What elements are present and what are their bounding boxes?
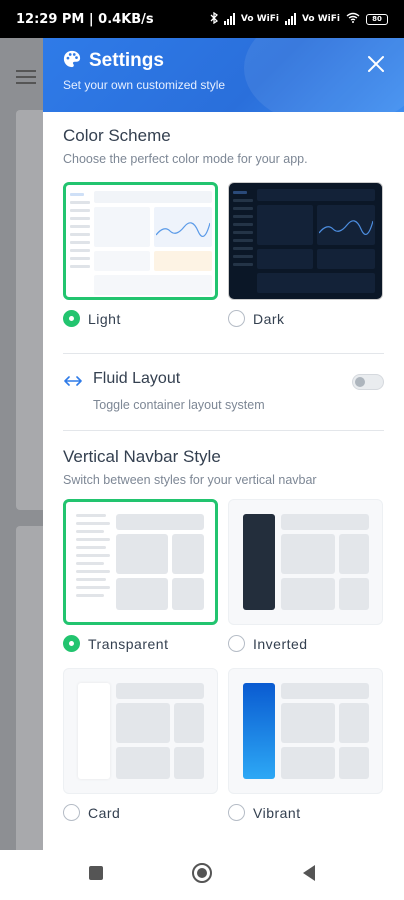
signal-icon-2 <box>284 13 296 25</box>
palette-icon <box>63 50 81 72</box>
status-time: 12:29 PM | 0.4KB/s <box>16 11 154 27</box>
vibrant-navbar-thumbnail[interactable] <box>228 668 383 794</box>
navbar-style-desc: Switch between styles for your vertical … <box>63 473 317 487</box>
light-label: Light <box>88 310 121 327</box>
vibrant-radio[interactable] <box>228 804 245 821</box>
status-bar: 12:29 PM | 0.4KB/s Vo WiFi Vo WiFi 80 <box>0 0 404 38</box>
transparent-navbar-thumbnail[interactable] <box>63 499 218 625</box>
panel-content: Color Scheme Choose the perfect color mo… <box>43 112 404 821</box>
close-icon[interactable] <box>364 52 388 76</box>
fluid-layout-desc: Toggle container layout system <box>93 398 265 412</box>
color-scheme-title: Color Scheme <box>63 126 171 145</box>
card-navbar-thumbnail[interactable] <box>63 668 218 794</box>
color-scheme-desc: Choose the perfect color mode for your a… <box>63 152 308 166</box>
transparent-radio[interactable] <box>63 635 80 652</box>
inverted-radio[interactable] <box>228 635 245 652</box>
dark-option[interactable]: Dark <box>228 310 383 327</box>
arrows-horizontal-icon <box>63 370 83 393</box>
dark-scheme-thumbnail[interactable] <box>228 182 383 300</box>
card-option[interactable]: Card <box>63 804 218 821</box>
inverted-label: Inverted <box>253 635 308 652</box>
light-option[interactable]: Light <box>63 310 218 327</box>
back-icon[interactable] <box>301 864 317 886</box>
inverted-option[interactable]: Inverted <box>228 635 383 652</box>
fluid-layout-row: Fluid Layout Toggle container layout sys… <box>63 370 384 412</box>
network-label-1: Vo WiFi <box>240 14 279 24</box>
divider-1 <box>63 353 384 354</box>
transparent-label: Transparent <box>88 635 169 652</box>
status-icons: Vo WiFi Vo WiFi 80 <box>210 11 388 27</box>
card-radio[interactable] <box>63 804 80 821</box>
panel-title: Settings <box>89 50 164 71</box>
light-radio[interactable] <box>63 310 80 327</box>
panel-header: Settings Set your own customized style <box>43 38 404 128</box>
divider-2 <box>63 430 384 431</box>
hamburger-icon[interactable] <box>16 70 36 84</box>
settings-panel: Settings Set your own customized style C… <box>43 38 404 850</box>
dark-label: Dark <box>253 310 285 327</box>
wifi-icon <box>346 12 360 26</box>
stop-icon[interactable] <box>88 865 104 885</box>
battery-icon: 80 <box>366 13 388 25</box>
card-label: Card <box>88 804 121 821</box>
system-nav-bar <box>0 850 404 900</box>
fluid-layout-title: Fluid Layout <box>93 370 181 387</box>
network-label-2: Vo WiFi <box>301 14 340 24</box>
vibrant-option[interactable]: Vibrant <box>228 804 383 821</box>
vibrant-label: Vibrant <box>253 804 301 821</box>
dark-radio[interactable] <box>228 310 245 327</box>
light-scheme-thumbnail[interactable] <box>63 182 218 300</box>
inverted-navbar-thumbnail[interactable] <box>228 499 383 625</box>
navbar-style-title: Vertical Navbar Style <box>63 447 221 466</box>
transparent-option[interactable]: Transparent <box>63 635 218 652</box>
home-icon[interactable] <box>191 862 213 888</box>
fluid-layout-toggle[interactable] <box>352 374 384 390</box>
bluetooth-icon <box>210 11 218 27</box>
signal-icon <box>223 13 235 25</box>
